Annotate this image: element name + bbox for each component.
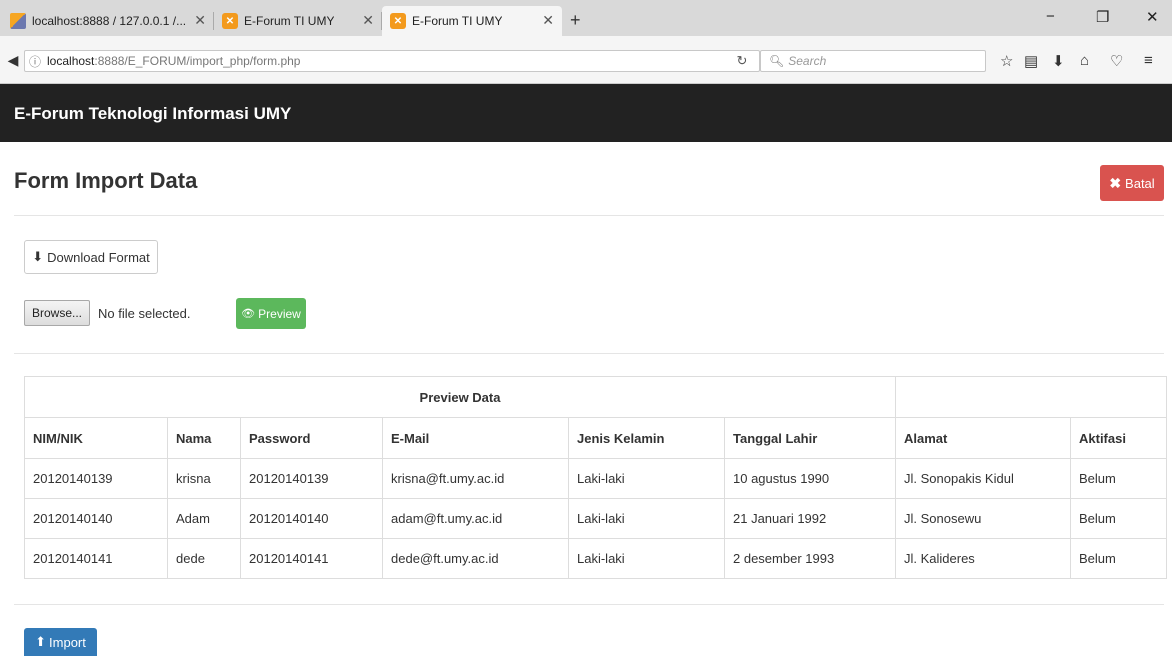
preview-button[interactable]: 👁︎ Preview [236,298,306,329]
restore-icon[interactable]: ❐ [1096,8,1109,26]
browser-tab-eforum[interactable]: ✕ E-Forum TI UMY ✕ [214,6,382,36]
cell-aktifasi: Belum [1070,498,1167,539]
table-caption-empty [895,376,1167,418]
close-tab-icon[interactable]: ✕ [542,12,554,29]
phpmyadmin-icon [10,13,26,29]
download-label: Download Format [47,249,150,265]
cell-nim: 20120140140 [24,498,168,539]
cell-email: adam@ft.umy.ac.id [382,498,569,539]
cell-nim: 20120140141 [24,538,168,579]
cell-nim: 20120140139 [24,458,168,499]
file-status: No file selected. [98,306,191,321]
table-row: 20120140140 Adam 20120140140 adam@ft.umy… [24,498,1167,539]
site-brand[interactable]: E-Forum Teknologi Informasi UMY [14,104,291,124]
table-row: 20120140139 krisna 20120140139 krisna@ft… [24,458,1167,499]
browser-tab-eforum-active[interactable]: ✕ E-Forum TI UMY ✕ [382,6,562,36]
window-close-icon[interactable]: ✕ [1146,8,1159,26]
cell-aktifasi: Belum [1070,538,1167,579]
header-password: Password [240,417,383,459]
browser-tab-phpmyadmin[interactable]: localhost:8888 / 127.0.0.1 /... ✕ [2,6,214,36]
tab-title: localhost:8888 / 127.0.0.1 /... [32,14,187,28]
search-input[interactable]: 🔍︎ Search [760,50,986,72]
header-nim: NIM/NIK [24,417,168,459]
upload-circle-icon: ⬆ [35,634,47,649]
browser-tab-bar: localhost:8888 / 127.0.0.1 /... ✕ ✕ E-Fo… [0,0,1172,36]
reading-list-icon[interactable]: ▤ [1024,52,1038,70]
site-navbar: E-Forum Teknologi Informasi UMY [0,84,1172,142]
close-tab-icon[interactable]: ✕ [362,12,374,29]
cell-aktifasi: Belum [1070,458,1167,499]
new-tab-icon[interactable]: + [570,10,581,31]
divider [14,353,1164,354]
close-tab-icon[interactable]: ✕ [194,12,206,29]
eye-icon: 👁︎ [241,308,256,320]
cell-alamat: Jl. Sonopakis Kidul [895,458,1071,499]
cell-password: 20120140139 [240,458,383,499]
table-row: 20120140141 dede 20120140141 dede@ft.umy… [24,538,1167,579]
header-aktifasi: Aktifasi [1070,417,1167,459]
cell-nama: Adam [167,498,241,539]
url-bar[interactable]: ⓘ localhost:8888/E_FORUM/import_php/form… [24,50,760,72]
cell-tanggal-lahir: 21 Januari 1992 [724,498,896,539]
divider [14,215,1164,216]
cell-jenis-kelamin: Laki-laki [568,538,725,579]
xampp-icon: ✕ [390,13,406,29]
cell-tanggal-lahir: 2 desember 1993 [724,538,896,579]
menu-icon[interactable]: ≡ [1144,52,1153,69]
page-title: Form Import Data [14,168,198,193]
header-nama: Nama [167,417,241,459]
divider [14,604,1164,605]
cell-jenis-kelamin: Laki-laki [568,498,725,539]
header-alamat: Alamat [895,417,1071,459]
table-caption: Preview Data [24,376,896,418]
home-icon[interactable]: ⌂ [1080,52,1089,69]
batal-button[interactable]: ✖ Batal [1100,165,1164,201]
tab-title: E-Forum TI UMY [244,14,335,28]
cell-tanggal-lahir: 10 agustus 1990 [724,458,896,499]
reload-icon[interactable]: ↻ [730,50,754,72]
cell-nama: dede [167,538,241,579]
cell-alamat: Jl. Sonosewu [895,498,1071,539]
cell-password: 20120140140 [240,498,383,539]
cell-nama: krisna [167,458,241,499]
info-icon[interactable]: ⓘ [29,53,41,70]
bookmark-star-icon[interactable]: ☆ [1000,52,1013,70]
header-email: E-Mail [382,417,569,459]
search-placeholder: Search [788,54,827,68]
cell-jenis-kelamin: Laki-laki [568,458,725,499]
url-host: localhost [47,54,95,68]
close-icon: ✖ [1109,174,1122,191]
url-path: :8888/E_FORUM/import_php/form.php [94,54,301,68]
browse-button[interactable]: Browse... [24,300,90,326]
xampp-icon: ✕ [222,13,238,29]
table-header-row: NIM/NIK Nama Password E-Mail Jenis Kelam… [24,417,1167,459]
download-circle-icon: ⬇ [32,249,44,264]
cell-email: krisna@ft.umy.ac.id [382,458,569,499]
header-tanggal-lahir: Tanggal Lahir [724,417,896,459]
browser-nav-bar: ◀ ⓘ localhost:8888/E_FORUM/import_php/fo… [0,36,1172,84]
back-icon[interactable]: ◀ [4,50,22,70]
cell-password: 20120140141 [240,538,383,579]
tab-title: E-Forum TI UMY [412,14,503,28]
cell-alamat: Jl. Kalideres [895,538,1071,579]
cell-email: dede@ft.umy.ac.id [382,538,569,579]
preview-table: Preview Data NIM/NIK Nama Password E-Mai… [24,376,1167,579]
batal-label: Batal [1125,175,1155,191]
minimize-icon[interactable]: − [1046,8,1055,25]
table-caption-row: Preview Data [24,376,1167,418]
preview-label: Preview [258,306,301,321]
search-icon: 🔍︎ [769,54,785,68]
header-jenis-kelamin: Jenis Kelamin [568,417,725,459]
pocket-icon[interactable]: ♡ [1110,52,1123,70]
import-button[interactable]: ⬆ Import [24,628,97,656]
import-label: Import [49,634,86,650]
download-format-button[interactable]: ⬇ Download Format [24,240,158,274]
downloads-icon[interactable]: ⬇ [1052,52,1065,70]
